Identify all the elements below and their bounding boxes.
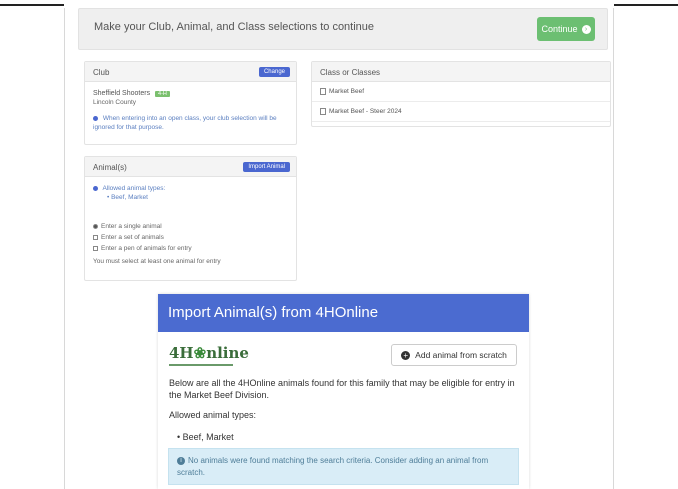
checkbox-icon <box>93 245 98 251</box>
top-rule-gap <box>64 0 614 8</box>
classes-panel-header: Class or Classes <box>312 62 610 82</box>
club-tag: 4-H <box>155 91 170 97</box>
option-set-of-animals[interactable]: Enter a set of animals <box>93 234 288 241</box>
modal-title: Import Animal(s) from 4HOnline <box>158 294 529 332</box>
club-sub: Lincoln County <box>93 99 136 106</box>
club-name: Sheffield Shooters <box>93 90 151 97</box>
selection-bar: Make your Club, Animal, and Class select… <box>78 8 608 50</box>
checkbox-icon <box>93 234 98 240</box>
document-icon <box>320 108 326 115</box>
change-club-button[interactable]: Change <box>258 67 290 77</box>
clover-icon: ❀ <box>193 344 207 362</box>
club-panel-title: Club <box>93 68 110 77</box>
animals-hint: You must select at least one animal for … <box>93 258 221 265</box>
club-panel: Club Change Sheffield Shooters 4-H Linco… <box>84 61 297 145</box>
animals-allowed-heading: Allowed animal types: <box>102 185 166 192</box>
club-panel-header: Club Change <box>85 62 296 82</box>
no-results-alert: i No animals were found matching the sear… <box>168 448 519 485</box>
animals-panel-header: Animal(s) Import Animal <box>85 157 296 177</box>
info-icon <box>93 185 98 191</box>
info-icon: i <box>177 456 185 465</box>
continue-label: Continue <box>541 24 578 34</box>
modal-allowed-heading: Allowed animal types: <box>169 410 257 420</box>
plus-icon: + <box>401 350 411 360</box>
import-animal-button[interactable]: Import Animal <box>243 162 290 172</box>
arrow-right-icon: › <box>581 24 591 34</box>
club-note: When entering into an open class, your c… <box>93 115 277 131</box>
animals-allowed-type: • Beef, Market <box>107 194 148 201</box>
continue-button[interactable]: Continue › <box>537 17 595 41</box>
alert-text: No animals were found matching the searc… <box>177 456 489 477</box>
add-animal-from-scratch-button[interactable]: + Add animal from scratch <box>391 344 517 366</box>
modal-allowed-type: • Beef, Market <box>177 432 234 442</box>
modal-description: Below are all the 4HOnline animals found… <box>169 378 515 400</box>
animals-panel: Animal(s) Import Animal Allowed animal t… <box>84 156 297 281</box>
import-modal: Import Animal(s) from 4HOnline 4H❀nline … <box>158 294 529 489</box>
classes-panel: Class or Classes Market Beef Market Beef… <box>311 61 611 127</box>
option-pen-of-animals[interactable]: Enter a pen of animals for entry <box>93 245 288 252</box>
class-row[interactable]: Market Beef <box>312 82 610 102</box>
classes-panel-title: Class or Classes <box>320 68 381 77</box>
modal-body: Below are all the 4HOnline animals found… <box>169 377 519 443</box>
logo-underline <box>169 364 233 366</box>
class-row[interactable]: Market Beef - Steer 2024 <box>312 102 610 122</box>
4honline-logo: 4H❀nline <box>169 344 249 362</box>
document-icon <box>320 88 326 95</box>
radio-selected-icon <box>93 223 98 229</box>
info-icon <box>93 115 98 121</box>
animals-panel-title: Animal(s) <box>93 163 127 172</box>
option-single-animal[interactable]: Enter a single animal <box>93 223 288 230</box>
selection-message: Make your Club, Animal, and Class select… <box>94 21 375 33</box>
add-animal-label: Add animal from scratch <box>415 350 507 360</box>
